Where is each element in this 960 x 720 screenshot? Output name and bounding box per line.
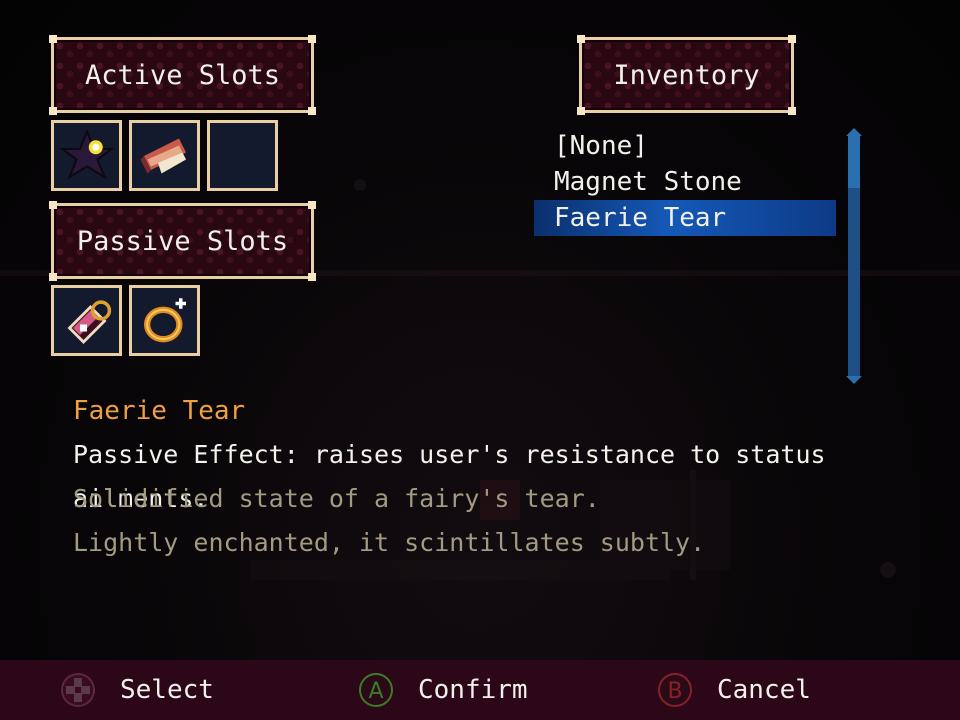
select-label: Select bbox=[120, 675, 214, 705]
dpad-icon bbox=[61, 673, 95, 707]
active-slot-3[interactable] bbox=[207, 120, 278, 191]
active-slots-title: Active Slots bbox=[84, 59, 281, 91]
scroll-down-arrow-icon[interactable] bbox=[846, 376, 862, 384]
passive-slot-2[interactable] bbox=[129, 285, 200, 356]
item-name: Faerie Tear bbox=[73, 396, 246, 426]
scroll-thumb[interactable] bbox=[848, 136, 860, 188]
active-slot-2[interactable] bbox=[129, 120, 200, 191]
active-slot-1[interactable] bbox=[51, 120, 122, 191]
active-slots-header: Active Slots bbox=[49, 35, 316, 115]
passive-slot-1[interactable] bbox=[51, 285, 122, 356]
control-hints-bar: Select A Confirm B Cancel bbox=[0, 660, 960, 720]
b-button-glyph: B bbox=[667, 679, 682, 704]
inventory-item[interactable]: [None] bbox=[534, 128, 836, 164]
passive-slots-header: Passive Slots bbox=[49, 201, 316, 281]
a-button-icon: A bbox=[359, 673, 393, 707]
cancel-label: Cancel bbox=[717, 675, 811, 705]
passive-slots-title: Passive Slots bbox=[76, 225, 289, 257]
confirm-label: Confirm bbox=[418, 675, 528, 705]
item-effect: Passive Effect: raises user's resistance… bbox=[73, 440, 826, 513]
crystal-bottle-icon bbox=[67, 299, 111, 344]
inventory-title: Inventory bbox=[613, 59, 760, 91]
scroll-up-arrow-icon[interactable] bbox=[846, 128, 862, 136]
select-hint[interactable]: Select bbox=[60, 672, 214, 708]
gold-ring-icon bbox=[143, 297, 186, 342]
b-button-icon: B bbox=[658, 673, 692, 707]
item-flavor-line-1: Solidified state of a fairy's tear. bbox=[73, 484, 600, 513]
equipment-screen: Active Slots Passive Slots Inventory [No… bbox=[0, 0, 960, 720]
item-description: Faerie Tear Passive Effect: raises user'… bbox=[73, 393, 903, 565]
scroll-letter-icon bbox=[140, 138, 186, 173]
inventory-item[interactable]: Magnet Stone bbox=[534, 164, 836, 200]
cancel-hint[interactable]: B Cancel bbox=[657, 672, 811, 708]
dark-star-bomb-icon bbox=[58, 128, 115, 180]
inventory-scrollbar[interactable] bbox=[846, 128, 862, 384]
inventory-item-selected[interactable]: Faerie Tear bbox=[534, 200, 836, 236]
inventory-list: [None] Magnet Stone Faerie Tear bbox=[534, 128, 836, 236]
confirm-hint[interactable]: A Confirm bbox=[358, 672, 528, 708]
item-flavor-line-2: Lightly enchanted, it scintillates subtl… bbox=[73, 528, 706, 557]
inventory-header: Inventory bbox=[577, 35, 796, 115]
a-button-glyph: A bbox=[368, 679, 383, 704]
